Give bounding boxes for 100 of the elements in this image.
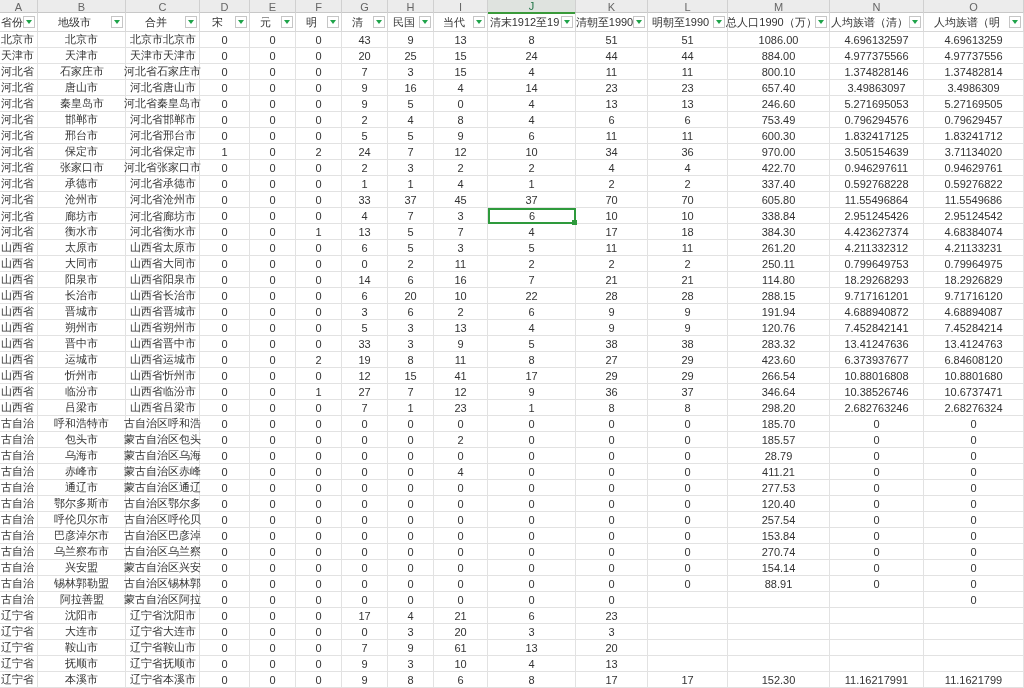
table-cell: 8 xyxy=(388,352,434,367)
filter-button[interactable] xyxy=(909,16,921,28)
table-cell: 0 xyxy=(250,528,296,543)
filter-button[interactable] xyxy=(23,16,35,28)
table-cell: 15 xyxy=(434,48,488,63)
filter-button[interactable] xyxy=(713,16,725,28)
column-letter[interactable]: B xyxy=(38,0,126,14)
table-cell: 0 xyxy=(200,528,250,543)
column-letter[interactable]: D xyxy=(200,0,250,14)
table-cell: 0 xyxy=(250,480,296,495)
filter-button[interactable] xyxy=(815,16,827,28)
table-cell: 13 xyxy=(648,96,728,111)
column-letter[interactable]: F xyxy=(296,0,342,14)
table-cell: 蒙古自治区通辽 xyxy=(126,480,200,495)
table-cell: 0 xyxy=(296,320,342,335)
column-letter[interactable]: C xyxy=(126,0,200,14)
table-cell: 11 xyxy=(648,240,728,255)
table-cell: 0 xyxy=(200,496,250,511)
table-cell: 3 xyxy=(576,624,648,639)
table-cell: 9.71716120 xyxy=(924,288,1024,303)
table-cell: 0 xyxy=(200,320,250,335)
filter-button[interactable] xyxy=(235,16,247,28)
filter-button[interactable] xyxy=(633,16,645,28)
table-cell: 120.40 xyxy=(728,496,830,511)
table-cell: 0 xyxy=(648,544,728,559)
table-cell: 0 xyxy=(200,32,250,47)
column-letter[interactable]: N xyxy=(830,0,924,14)
column-letter[interactable]: J xyxy=(488,0,576,14)
table-cell: 古自治 xyxy=(0,480,38,495)
column-letter[interactable]: O xyxy=(924,0,1024,14)
table-cell: 0 xyxy=(388,416,434,431)
table-cell: 5.27169505 xyxy=(924,96,1024,111)
table-cell: 0 xyxy=(250,416,296,431)
table-cell: 9 xyxy=(488,384,576,399)
table-cell: 0 xyxy=(250,368,296,383)
table-cell: 0 xyxy=(576,480,648,495)
table-cell: 1.37482814 xyxy=(924,64,1024,79)
table-cell: 0 xyxy=(200,656,250,671)
table-cell: 7 xyxy=(434,224,488,239)
table-cell: 36 xyxy=(576,384,648,399)
table-cell: 0 xyxy=(342,416,388,431)
table-cell: 4 xyxy=(342,208,388,224)
table-cell: 28.79 xyxy=(728,448,830,463)
table-cell: 33 xyxy=(342,336,388,351)
table-cell: 5 xyxy=(388,240,434,255)
filter-button[interactable] xyxy=(327,16,339,28)
filter-button[interactable] xyxy=(419,16,431,28)
table-cell: 1086.00 xyxy=(728,32,830,47)
table-cell: 422.70 xyxy=(728,160,830,175)
table-cell: 山西省太原市 xyxy=(126,240,200,255)
table-cell: 37 xyxy=(388,192,434,207)
fill-handle[interactable] xyxy=(572,220,577,225)
column-letter[interactable]: L xyxy=(648,0,728,14)
table-cell: 6 xyxy=(488,608,576,623)
table-cell: 临汾市 xyxy=(38,384,126,399)
filter-button[interactable] xyxy=(185,16,197,28)
table-cell: 10 xyxy=(434,288,488,303)
table-cell: 11 xyxy=(576,64,648,79)
table-cell: 0 xyxy=(576,544,648,559)
table-cell: 河北省保定市 xyxy=(126,144,200,159)
table-cell: 0 xyxy=(924,416,1024,431)
filter-button[interactable] xyxy=(281,16,293,28)
column-letter[interactable]: G xyxy=(342,0,388,14)
table-cell: 0 xyxy=(296,496,342,511)
table-cell: 北京市 xyxy=(0,32,38,47)
table-cell: 0 xyxy=(296,48,342,63)
table-cell: 河北省 xyxy=(0,208,38,224)
column-letter[interactable]: E xyxy=(250,0,296,14)
table-cell: 0 xyxy=(924,464,1024,479)
table-cell: 0 xyxy=(296,544,342,559)
table-cell: 970.00 xyxy=(728,144,830,159)
table-cell: 8 xyxy=(576,400,648,415)
table-cell: 7 xyxy=(342,400,388,415)
table-cell: 0 xyxy=(434,496,488,511)
table-cell: 0 xyxy=(250,128,296,143)
table-cell: 衡水市 xyxy=(38,224,126,239)
filter-button[interactable] xyxy=(561,16,573,28)
table-cell: 13 xyxy=(434,32,488,47)
table-cell: 蒙古自治区乌海 xyxy=(126,448,200,463)
table-cell: 0 xyxy=(388,592,434,607)
table-cell: 185.57 xyxy=(728,432,830,447)
table-cell: 12 xyxy=(434,384,488,399)
filter-button[interactable] xyxy=(111,16,123,28)
column-letter[interactable]: K xyxy=(576,0,648,14)
table-cell: 10.6737471 xyxy=(924,384,1024,399)
table-cell: 9 xyxy=(388,640,434,655)
table-cell: 河北省廊坊市 xyxy=(126,208,200,224)
filter-button[interactable] xyxy=(1009,16,1021,28)
filter-button[interactable] xyxy=(373,16,385,28)
column-letter[interactable]: A xyxy=(0,0,38,14)
table-cell: 辽宁省沈阳市 xyxy=(126,608,200,623)
dropdown-triangle-icon xyxy=(284,20,290,24)
table-cell: 11 xyxy=(434,256,488,271)
table-cell: 0 xyxy=(388,432,434,447)
table-cell: 0 xyxy=(648,560,728,575)
column-letter[interactable]: M xyxy=(728,0,830,14)
table-cell: 346.64 xyxy=(728,384,830,399)
table-cell: 河北省 xyxy=(0,224,38,239)
column-letter[interactable]: H xyxy=(388,0,434,14)
filter-button[interactable] xyxy=(473,16,485,28)
